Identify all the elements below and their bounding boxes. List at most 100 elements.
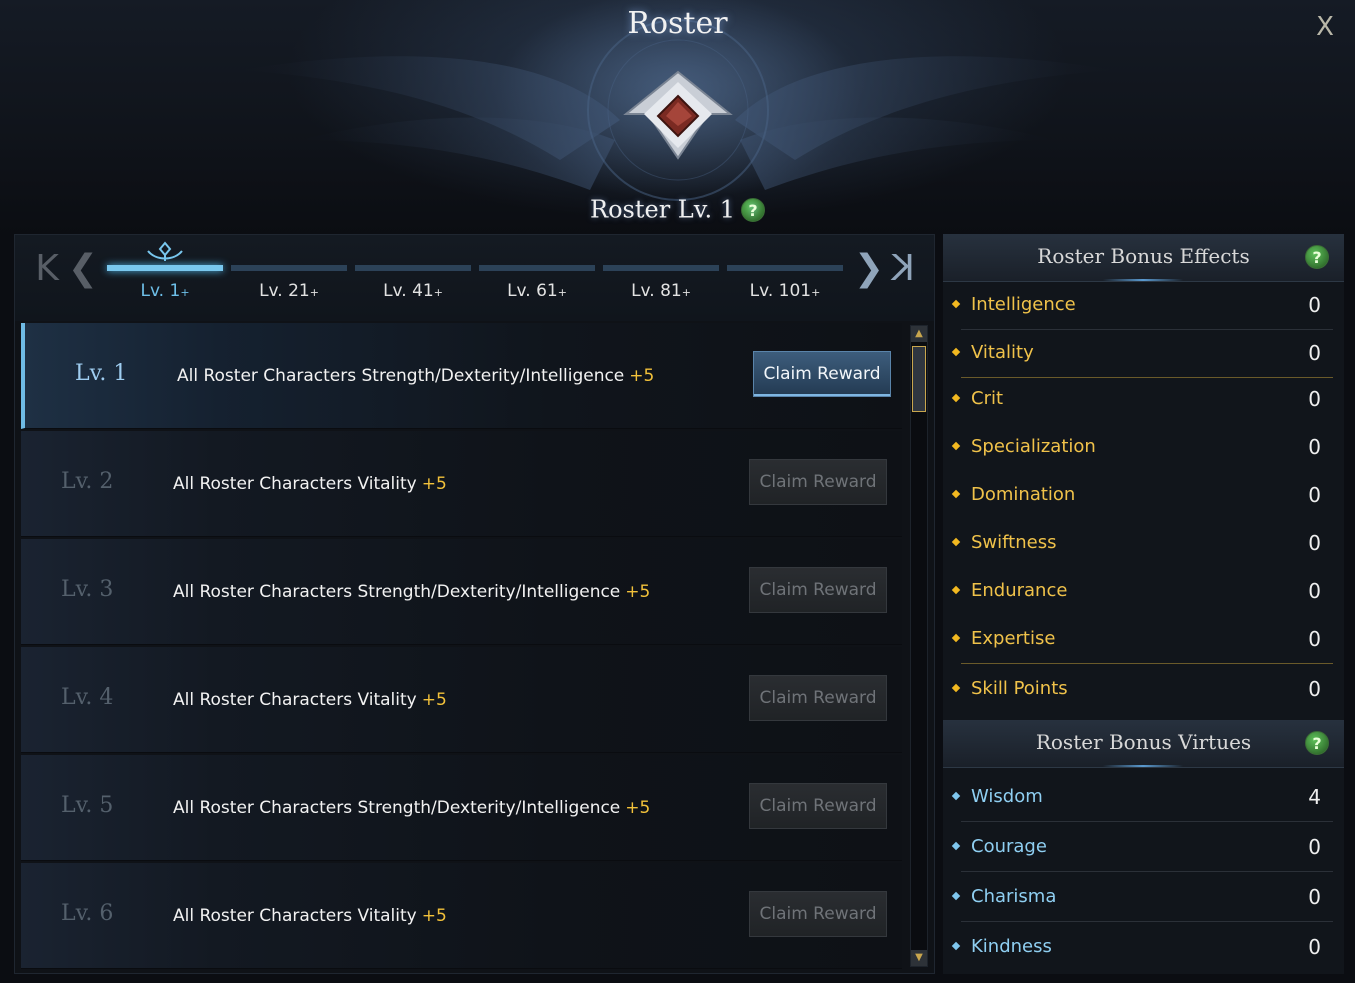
reward-description: All Roster Characters Vitality +5 xyxy=(173,690,447,710)
virtue-value: 0 xyxy=(1308,935,1321,959)
stat-row-domination: Domination 0 xyxy=(951,472,1333,520)
claim-reward-button[interactable]: Claim Reward xyxy=(753,351,891,397)
reward-row: Lv. 2 All Roster Characters Vitality +5 C… xyxy=(21,431,902,537)
tab-indicator xyxy=(727,265,843,271)
bonus-effects-title: Roster Bonus Effects xyxy=(1037,244,1250,268)
claim-reward-button-disabled[interactable]: Claim Reward xyxy=(749,783,887,829)
tab-label: Lv. 21+ xyxy=(259,281,319,301)
help-icon[interactable]: ? xyxy=(740,197,765,222)
diamond-bullet-icon xyxy=(951,941,961,951)
stat-value: 0 xyxy=(1308,627,1321,651)
reward-bonus: +5 xyxy=(421,906,447,926)
reward-description: All Roster Characters Vitality +5 xyxy=(173,906,447,926)
prev-page-icon[interactable]: ❮ xyxy=(65,249,101,289)
stat-row-endurance: Endurance 0 xyxy=(951,568,1333,616)
reward-row: Lv. 5 All Roster Characters Strength/Dex… xyxy=(21,755,902,861)
tab-lv-61[interactable]: Lv. 61+ xyxy=(479,265,595,305)
reward-bonus: +5 xyxy=(421,474,447,494)
help-icon[interactable]: ? xyxy=(1305,731,1329,755)
tab-indicator xyxy=(107,265,223,271)
stat-name: Endurance xyxy=(971,580,1068,601)
stat-value: 0 xyxy=(1308,435,1321,459)
stat-row-expertise: Expertise 0 xyxy=(951,616,1333,664)
level-tab-bar: K ❮ Lv. 1+ Lv. 21+ Lv. 41+ Lv. 61+ Lv. 8… xyxy=(15,235,934,321)
stat-value: 0 xyxy=(1308,387,1321,411)
next-page-icon[interactable]: ❯ xyxy=(851,249,887,289)
tab-lv-101[interactable]: Lv. 101+ xyxy=(727,265,843,305)
tab-label: Lv. 1+ xyxy=(140,281,190,301)
stat-name: Skill Points xyxy=(971,678,1068,699)
tab-indicator xyxy=(355,265,471,271)
stat-row-swiftness: Swiftness 0 xyxy=(951,520,1333,568)
virtue-value: 0 xyxy=(1308,885,1321,909)
virtue-name: Charisma xyxy=(971,886,1057,907)
row-divider xyxy=(961,663,1333,664)
virtue-row-charisma: Charisma 0 xyxy=(951,874,1333,922)
stat-name: Expertise xyxy=(971,628,1056,649)
virtue-value: 0 xyxy=(1308,835,1321,859)
diamond-bullet-icon xyxy=(951,299,961,309)
reward-level-label: Lv. 2 xyxy=(61,469,114,494)
row-divider xyxy=(961,821,1333,822)
reward-description: All Roster Characters Strength/Dexterity… xyxy=(173,798,651,818)
close-icon[interactable]: X xyxy=(1310,12,1340,42)
stat-value: 0 xyxy=(1308,677,1321,701)
claim-reward-button-disabled[interactable]: Claim Reward xyxy=(749,459,887,505)
tab-indicator xyxy=(603,265,719,271)
diamond-bullet-icon xyxy=(951,537,961,547)
stat-row-vitality: Vitality 0 xyxy=(951,330,1333,378)
tab-label: Lv. 61+ xyxy=(507,281,567,301)
scroll-down-icon[interactable]: ▼ xyxy=(911,950,927,966)
diamond-bullet-icon xyxy=(951,347,961,357)
reward-bonus: +5 xyxy=(629,366,655,386)
reward-row: Lv. 6 All Roster Characters Vitality +5 C… xyxy=(21,863,902,969)
tab-lv-81[interactable]: Lv. 81+ xyxy=(603,265,719,305)
diamond-bullet-icon xyxy=(951,633,961,643)
header-underline xyxy=(1103,765,1183,767)
reward-list: Lv. 1 All Roster Characters Strength/Dex… xyxy=(21,323,902,971)
virtue-value: 4 xyxy=(1308,785,1321,809)
claim-reward-button-disabled[interactable]: Claim Reward xyxy=(749,567,887,613)
stat-value: 0 xyxy=(1308,531,1321,555)
reward-list-scrollbar[interactable]: ▲ ▼ xyxy=(910,325,928,967)
diamond-bullet-icon xyxy=(951,841,961,851)
bonus-panel: Roster Bonus Effects ? Intelligence 0 Vi… xyxy=(943,234,1344,974)
stat-row-crit: Crit 0 xyxy=(951,376,1333,424)
bonus-virtues-header: Roster Bonus Virtues ? xyxy=(943,720,1344,768)
stat-name: Swiftness xyxy=(971,532,1057,553)
roster-level-label: Roster Lv. 1 xyxy=(590,195,735,224)
bonus-effects-header: Roster Bonus Effects ? xyxy=(943,234,1344,282)
scroll-up-icon[interactable]: ▲ xyxy=(911,326,927,342)
reward-level-label: Lv. 1 xyxy=(75,361,128,386)
tab-lv-41[interactable]: Lv. 41+ xyxy=(355,265,471,305)
claim-reward-button-disabled[interactable]: Claim Reward xyxy=(749,891,887,937)
row-divider xyxy=(961,871,1333,872)
help-icon[interactable]: ? xyxy=(1305,245,1329,269)
virtue-row-kindness: Kindness 0 xyxy=(951,924,1333,972)
diamond-bullet-icon xyxy=(951,441,961,451)
reward-bonus: +5 xyxy=(421,690,447,710)
reward-row: Lv. 4 All Roster Characters Vitality +5 C… xyxy=(21,647,902,753)
stat-name: Intelligence xyxy=(971,294,1076,315)
reward-panel: K ❮ Lv. 1+ Lv. 21+ Lv. 41+ Lv. 61+ Lv. 8… xyxy=(14,234,935,974)
first-page-icon[interactable]: K xyxy=(29,249,65,289)
scroll-thumb[interactable] xyxy=(912,346,926,412)
row-divider xyxy=(961,921,1333,922)
tab-lv-21[interactable]: Lv. 21+ xyxy=(231,265,347,305)
tab-label: Lv. 101+ xyxy=(749,281,821,301)
stat-value: 0 xyxy=(1308,341,1321,365)
last-page-icon[interactable]: K xyxy=(885,248,921,289)
stat-row-specialization: Specialization 0 xyxy=(951,424,1333,472)
stat-row-skill-points: Skill Points 0 xyxy=(951,666,1333,714)
roster-emblem-icon xyxy=(623,70,733,160)
stat-name: Specialization xyxy=(971,436,1096,457)
stat-name: Domination xyxy=(971,484,1076,505)
reward-row: Lv. 1 All Roster Characters Strength/Dex… xyxy=(21,323,902,429)
tab-indicator xyxy=(231,265,347,271)
tab-lv-1[interactable]: Lv. 1+ xyxy=(107,265,223,305)
tab-label: Lv. 81+ xyxy=(631,281,691,301)
diamond-bullet-icon xyxy=(951,489,961,499)
reward-bonus: +5 xyxy=(625,798,651,818)
claim-reward-button-disabled[interactable]: Claim Reward xyxy=(749,675,887,721)
roster-level-display: Roster Lv. 1? xyxy=(0,194,1355,224)
